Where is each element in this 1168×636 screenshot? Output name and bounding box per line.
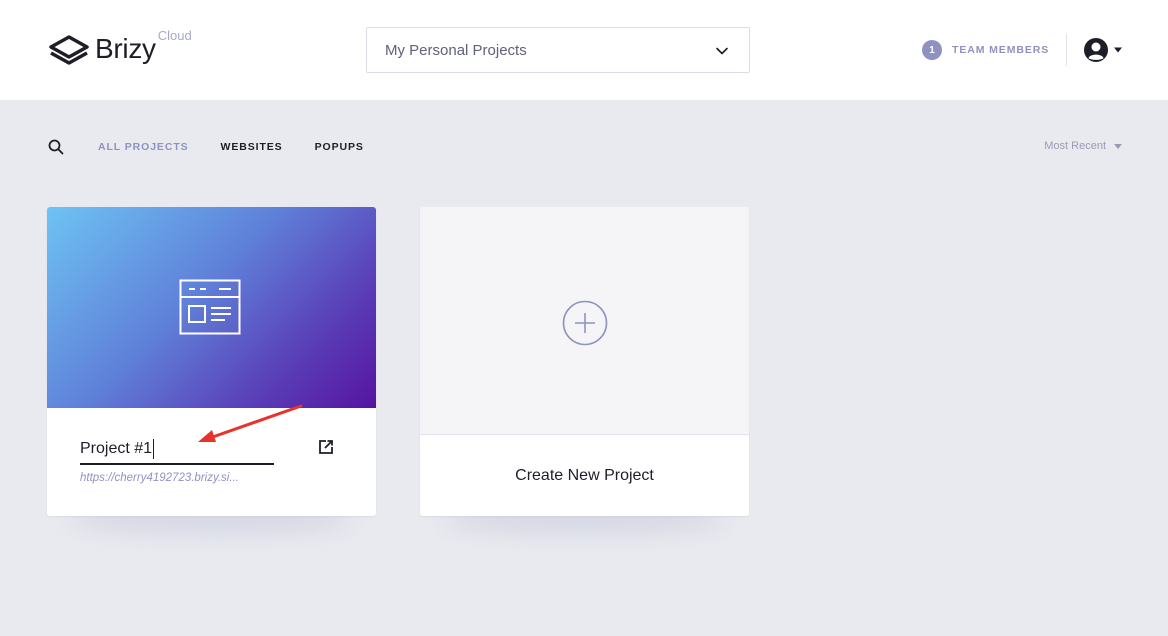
create-project-area[interactable] <box>420 207 749 435</box>
caret-down-icon <box>1114 143 1122 149</box>
logo-text: Brizy <box>95 33 156 64</box>
workspace-select-value: My Personal Projects <box>385 41 527 59</box>
search-icon[interactable] <box>48 139 64 155</box>
logo-suffix: Cloud <box>157 28 192 43</box>
user-menu[interactable] <box>1083 37 1125 63</box>
webpage-icon <box>179 279 241 335</box>
brizy-logo-icon <box>49 35 89 65</box>
header-divider <box>1066 34 1067 66</box>
create-project-label: Create New Project <box>515 466 654 484</box>
workspace-select[interactable]: My Personal Projects <box>366 27 750 73</box>
text-cursor <box>153 439 155 459</box>
team-count-badge: 1 <box>922 40 942 60</box>
top-header: Brizy Cloud My Personal Projects 1 TEAM … <box>0 0 1168 100</box>
external-link-icon[interactable] <box>318 439 334 455</box>
brizy-logo[interactable]: Brizy Cloud <box>48 26 192 74</box>
tab-websites[interactable]: WEBSITES <box>221 141 283 153</box>
user-avatar-icon <box>1084 38 1108 62</box>
sort-dropdown[interactable]: Most Recent <box>1044 140 1122 152</box>
caret-down-icon <box>1114 47 1122 53</box>
create-project-card[interactable]: Create New Project <box>420 207 749 516</box>
project-name-input[interactable]: Project #1 <box>80 440 152 458</box>
team-members-button[interactable]: 1 TEAM MEMBERS <box>922 38 1049 62</box>
team-members-label: TEAM MEMBERS <box>952 44 1050 56</box>
sort-label: Most Recent <box>1044 140 1106 152</box>
tab-popups[interactable]: POPUPS <box>315 141 364 153</box>
tab-all-projects[interactable]: ALL PROJECTS <box>98 141 189 153</box>
project-thumbnail[interactable] <box>47 207 376 408</box>
chevron-down-icon <box>716 47 728 55</box>
filter-bar: ALL PROJECTS WEBSITES POPUPS <box>48 137 364 157</box>
project-url-link[interactable]: https://cherry4192723.brizy.si... <box>80 472 239 484</box>
project-card: Project #1 https://cherry4192723.brizy.s… <box>47 207 376 516</box>
annotation-arrow-icon <box>198 404 303 442</box>
plus-circle-icon <box>562 300 608 346</box>
